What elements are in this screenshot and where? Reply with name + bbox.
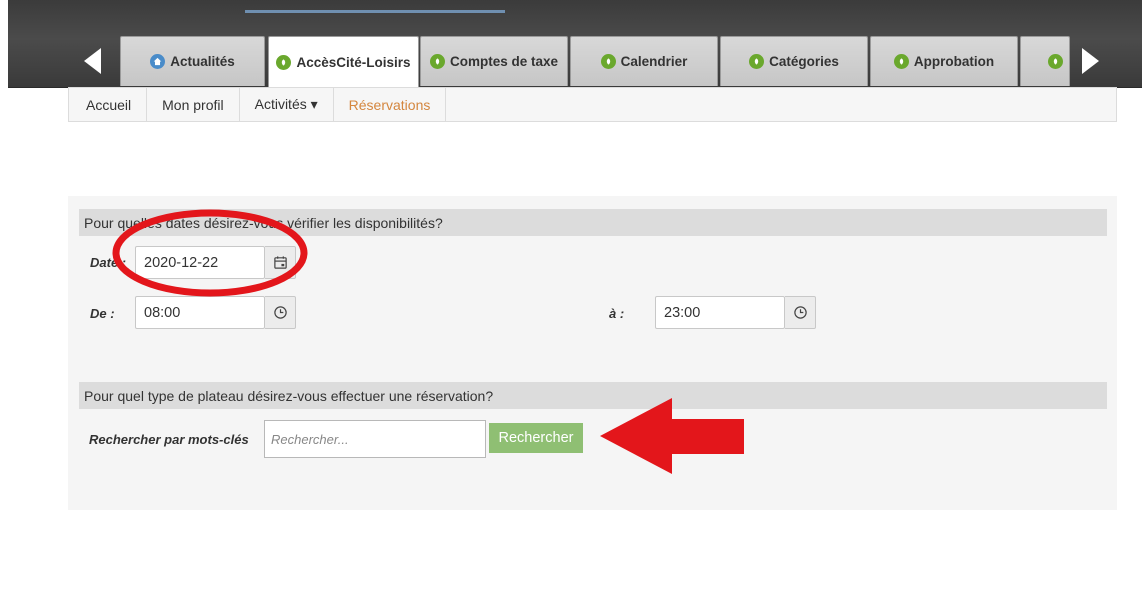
subnav-item-mon-profil[interactable]: Mon profil <box>147 88 240 121</box>
to-time-picker-button[interactable] <box>785 296 816 329</box>
tab-accescite-loisirs[interactable]: AccèsCité-Loisirs <box>268 36 419 88</box>
tabs-scroll-left-button[interactable] <box>74 36 110 86</box>
tab-label: Calendrier <box>620 54 688 69</box>
clock-icon <box>793 306 807 319</box>
from-time-field[interactable]: 08:00 <box>135 296 265 329</box>
keywords-label: Rechercher par mots-clés <box>89 432 249 447</box>
tabs-scroll-right-button[interactable] <box>1072 36 1108 86</box>
availability-heading: Pour quelles dates désirez-vous vérifier… <box>79 209 1107 236</box>
arrow-right-icon <box>1081 48 1099 74</box>
leaf-icon <box>893 54 909 69</box>
calendar-picker-button[interactable] <box>265 246 296 279</box>
subnav-item-accueil[interactable]: Accueil <box>69 88 148 121</box>
arrow-left-icon <box>83 48 101 74</box>
subnav-item-reservations[interactable]: Réservations <box>334 88 447 121</box>
tab-calendrier[interactable]: Calendrier <box>570 36 718 86</box>
keyword-search-input[interactable] <box>264 420 486 458</box>
tab-categories[interactable]: Catégories <box>720 36 868 86</box>
leaf-icon <box>1048 54 1063 69</box>
to-time-field[interactable]: 23:00 <box>655 296 785 329</box>
tab-label: Catégories <box>769 54 839 69</box>
clock-icon <box>273 306 287 319</box>
subnav-item-activites[interactable]: Activités ▾ <box>240 88 334 121</box>
to-label: à : <box>609 306 625 321</box>
calendar-icon <box>273 256 287 269</box>
tab-actualites[interactable]: Actualités <box>120 36 265 86</box>
top-accent-strip <box>245 10 505 13</box>
tab-comptes-de-taxe[interactable]: Comptes de taxe <box>420 36 568 86</box>
tab-label: Actualités <box>170 54 235 69</box>
tab-partial[interactable] <box>1020 36 1070 86</box>
plateau-heading: Pour quel type de plateau désirez-vous e… <box>79 382 1107 409</box>
date-label: Date : <box>90 255 127 270</box>
leaf-icon <box>600 54 616 69</box>
from-label: De : <box>90 306 115 321</box>
search-button[interactable]: Rechercher <box>489 423 583 453</box>
date-field[interactable]: 2020-12-22 <box>135 246 265 279</box>
from-time-picker-button[interactable] <box>265 296 296 329</box>
tab-approbation[interactable]: Approbation <box>870 36 1018 86</box>
reservation-form-panel: Pour quelles dates désirez-vous vérifier… <box>68 196 1117 510</box>
leaf-icon <box>429 54 445 69</box>
sub-navigation: Accueil Mon profil Activités ▾ Réservati… <box>68 87 1117 122</box>
tab-label: Approbation <box>913 54 995 69</box>
leaf-icon <box>749 54 765 69</box>
tab-label: AccèsCité-Loisirs <box>296 55 411 70</box>
tab-label: Comptes de taxe <box>449 54 559 69</box>
leaf-icon <box>276 55 292 70</box>
home-icon <box>150 54 166 69</box>
